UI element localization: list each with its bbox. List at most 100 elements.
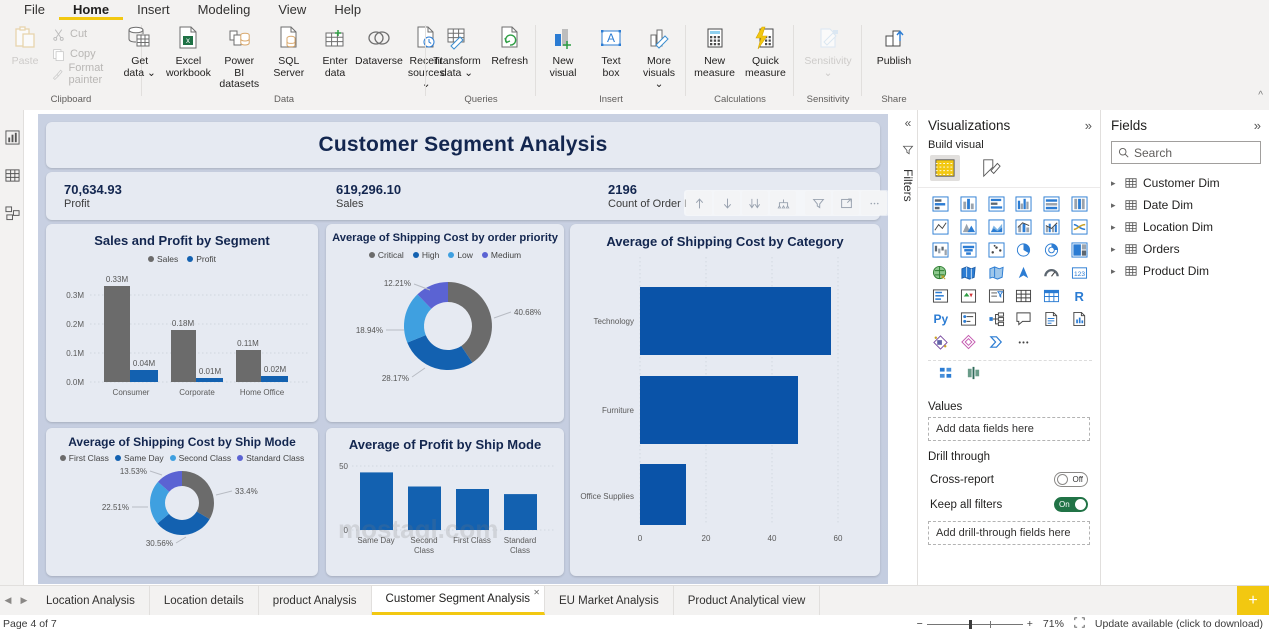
- tab-location-details[interactable]: Location details: [149, 586, 259, 615]
- new-visual-button[interactable]: New visual: [539, 20, 587, 79]
- filter-visual-icon[interactable]: [965, 363, 982, 383]
- enter-data-button[interactable]: Enter data: [313, 20, 357, 79]
- treemap-icon[interactable]: [1066, 240, 1092, 260]
- 100-stacked-column-chart-icon[interactable]: [1066, 194, 1092, 214]
- azure-map-icon[interactable]: [1011, 263, 1037, 283]
- bar-sales-home-office[interactable]: [236, 350, 261, 382]
- publish-button[interactable]: Publish: [870, 20, 918, 68]
- report-title-card[interactable]: Customer Segment Analysis: [46, 122, 880, 168]
- collapse-ribbon-button[interactable]: ^: [1258, 90, 1263, 101]
- shape-map-icon[interactable]: [983, 263, 1009, 283]
- legend-item-profit[interactable]: Profit: [187, 254, 216, 264]
- slice-first-class[interactable]: [182, 471, 214, 520]
- stacked-bar-chart-icon[interactable]: [928, 194, 954, 214]
- clustered-column-chart-icon[interactable]: [1011, 194, 1037, 214]
- bar-profit-corporate[interactable]: [196, 378, 223, 382]
- more-visuals-button[interactable]: More visuals ⌄: [635, 20, 683, 91]
- focus-mode-button[interactable]: [833, 191, 859, 215]
- bar-sales-corporate[interactable]: [171, 330, 196, 382]
- field-table-orders[interactable]: ▸ Orders: [1101, 238, 1269, 260]
- card-icon[interactable]: 123: [1066, 263, 1092, 283]
- field-table-location-dim[interactable]: ▸ Location Dim: [1101, 216, 1269, 238]
- map-icon[interactable]: [928, 263, 954, 283]
- multi-row-card-icon[interactable]: [928, 286, 954, 306]
- cross-report-toggle[interactable]: Off: [1054, 472, 1088, 487]
- legend-item-critical[interactable]: Critical: [368, 250, 404, 260]
- text-box-button[interactable]: A Text box: [587, 20, 635, 79]
- expand-visualizations-pane-icon[interactable]: »: [1085, 118, 1092, 133]
- build-visual-tab[interactable]: [930, 155, 960, 181]
- matrix-icon[interactable]: [1039, 286, 1065, 306]
- legend-item-second-class[interactable]: Second Class: [169, 453, 231, 463]
- drill-mode-button[interactable]: [770, 191, 796, 215]
- sensitivity-button[interactable]: Sensitivity ⌄: [798, 20, 858, 79]
- legend-item-standard-class[interactable]: Standard Class: [237, 453, 304, 463]
- bar-sales-consumer[interactable]: [104, 286, 130, 382]
- model-view-icon[interactable]: [0, 194, 24, 232]
- tab-product-analysis[interactable]: product Analysis: [258, 586, 372, 615]
- legend-item-sales[interactable]: Sales: [147, 254, 178, 264]
- add-page-button[interactable]: +: [1237, 586, 1269, 615]
- chart-shipping-cost-by-order-priority[interactable]: Average of Shipping Cost by order priori…: [326, 224, 564, 422]
- zoom-in-icon[interactable]: +: [1027, 618, 1033, 630]
- tab-customer-segment-analysis[interactable]: Customer Segment Analysis ✕: [371, 586, 545, 615]
- kpi-icon[interactable]: [956, 286, 982, 306]
- get-more-visuals-icon[interactable]: [938, 363, 955, 383]
- power-automate-icon[interactable]: [956, 332, 982, 352]
- table-icon[interactable]: [1011, 286, 1037, 306]
- bar-first-class[interactable]: [456, 489, 489, 530]
- bar-standard-class[interactable]: [504, 494, 537, 530]
- bar-profit-consumer[interactable]: [130, 370, 158, 382]
- chart-sales-profit-by-segment[interactable]: Sales and Profit by Segment Sales Profit: [46, 224, 318, 422]
- field-table-customer-dim[interactable]: ▸ Customer Dim: [1101, 172, 1269, 194]
- next-page-button[interactable]: ▶: [16, 586, 32, 615]
- power-bi-datasets-button[interactable]: Power BI datasets: [214, 20, 265, 91]
- waterfall-chart-icon[interactable]: [928, 240, 954, 260]
- legend-item-first-class[interactable]: First Class: [59, 453, 109, 463]
- line-clustered-column-chart-icon[interactable]: [1039, 217, 1065, 237]
- refresh-button[interactable]: Refresh: [486, 20, 534, 68]
- gauge-icon[interactable]: [1039, 263, 1065, 283]
- expand-all-down-button[interactable]: [742, 191, 768, 215]
- collapse-panes-icon[interactable]: «: [899, 116, 917, 130]
- python-visual-icon[interactable]: Py: [928, 309, 954, 329]
- power-apps-icon[interactable]: [928, 332, 954, 352]
- zoom-knob[interactable]: [968, 619, 972, 629]
- excel-workbook-button[interactable]: x Excel workbook: [163, 20, 214, 79]
- tab-eu-market-analysis[interactable]: EU Market Analysis: [545, 586, 674, 615]
- line-chart-icon[interactable]: [928, 217, 954, 237]
- chart-profit-by-ship-mode[interactable]: Average of Profit by Ship Mode 50 0 Same…: [326, 428, 564, 576]
- more-options-button[interactable]: [861, 191, 887, 215]
- paginated-report-icon[interactable]: [1066, 309, 1092, 329]
- zoom-track[interactable]: [926, 619, 1023, 629]
- expand-fields-pane-icon[interactable]: »: [1254, 118, 1261, 133]
- kpi-profit[interactable]: 70,634.93 Profit: [64, 182, 336, 211]
- menu-item-view[interactable]: View: [264, 0, 320, 20]
- donut-chart-icon[interactable]: [1039, 240, 1065, 260]
- menu-item-insert[interactable]: Insert: [123, 0, 184, 20]
- quick-measure-button[interactable]: Quick measure: [740, 20, 791, 79]
- bar-profit-home-office[interactable]: [261, 376, 288, 382]
- area-chart-icon[interactable]: [956, 217, 982, 237]
- legend-item-low[interactable]: Low: [448, 250, 473, 260]
- funnel-chart-icon[interactable]: [956, 240, 982, 260]
- menu-item-help[interactable]: Help: [320, 0, 375, 20]
- arcgis-maps-icon[interactable]: [983, 332, 1009, 352]
- format-visual-tab[interactable]: [976, 155, 1006, 181]
- data-view-icon[interactable]: [0, 156, 24, 194]
- fields-search-box[interactable]: Search: [1111, 141, 1261, 164]
- qna-icon[interactable]: [1011, 309, 1037, 329]
- previous-page-button[interactable]: ◀: [0, 586, 16, 615]
- tab-location-analysis[interactable]: Location Analysis: [32, 586, 150, 615]
- bar-office-supplies[interactable]: [640, 464, 686, 525]
- drill-up-button[interactable]: [686, 191, 712, 215]
- drill-down-next-level-button[interactable]: [714, 191, 740, 215]
- paste-button[interactable]: Paste: [4, 20, 46, 68]
- more-visuals-icon[interactable]: [1011, 332, 1037, 352]
- field-table-date-dim[interactable]: ▸ Date Dim: [1101, 194, 1269, 216]
- zoom-slider[interactable]: − +: [917, 618, 1033, 630]
- key-influencers-icon[interactable]: [956, 309, 982, 329]
- ribbon-chart-icon[interactable]: [1066, 217, 1092, 237]
- new-measure-button[interactable]: New measure: [689, 20, 740, 79]
- bar-furniture[interactable]: [640, 376, 798, 444]
